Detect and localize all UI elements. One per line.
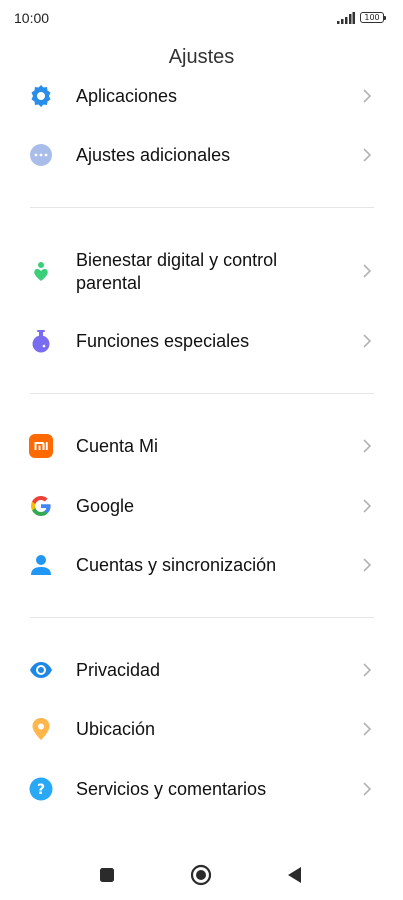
chevron-right-icon [363, 264, 372, 278]
chevron-right-icon [363, 334, 372, 348]
divider [30, 393, 374, 394]
circle-home-icon[interactable] [189, 863, 213, 887]
potion-icon [32, 330, 50, 353]
more-dots-icon [30, 144, 52, 166]
chevron-right-icon [363, 782, 372, 796]
item-label: Cuenta Mi [76, 436, 159, 456]
item-label: Funciones especiales [76, 331, 250, 351]
help-icon: ? [29, 777, 53, 801]
svg-text:?: ? [37, 782, 45, 798]
settings-item-cuentas-sincronizacion[interactable]: Cuentas y sincronización [0, 537, 403, 593]
google-g-icon [31, 496, 51, 516]
settings-item-ajustes-adicionales[interactable]: Ajustes adicionales [0, 127, 403, 183]
chevron-right-icon [363, 499, 372, 513]
wellbeing-icon [34, 262, 48, 281]
item-label: Ajustes adicionales [76, 145, 231, 165]
settings-item-cuenta-mi[interactable]: Cuenta Mi [0, 418, 403, 474]
chevron-right-icon [363, 148, 372, 162]
signal-icon [337, 12, 355, 24]
navigation-bar [0, 850, 403, 900]
settings-item-servicios-comentarios[interactable]: ? Servicios y comentarios [0, 761, 403, 817]
settings-item-privacidad[interactable]: Privacidad [0, 642, 403, 698]
battery-level: 100 [364, 13, 380, 22]
chevron-right-icon [363, 558, 372, 572]
settings-item-bienestar-digital[interactable]: Bienestar digital y control parental [0, 244, 403, 300]
item-label: Google [76, 496, 135, 516]
chevron-right-icon [363, 663, 372, 677]
eye-icon [30, 662, 52, 678]
settings-item-google[interactable]: Google [0, 478, 403, 534]
status-time: 10:00 [14, 10, 50, 26]
item-label: Aplicaciones [76, 86, 178, 106]
settings-item-funciones-especiales[interactable]: Funciones especiales [0, 313, 403, 369]
chevron-right-icon [363, 722, 372, 736]
item-label-line1: Bienestar digital y control [76, 250, 278, 270]
item-label: Cuentas y sincronización [76, 555, 277, 575]
chevron-right-icon [363, 89, 372, 103]
item-label: Privacidad [76, 660, 161, 680]
divider [30, 617, 374, 618]
item-label: Servicios y comentarios [76, 779, 267, 799]
settings-item-ubicacion[interactable]: Ubicación [0, 701, 403, 757]
item-label: Ubicación [76, 719, 156, 739]
square-icon[interactable] [95, 863, 119, 887]
page-title: Ajustes [168, 46, 235, 68]
status-bar: 10:00 100 [0, 0, 403, 36]
mi-logo-icon [29, 434, 53, 458]
gear-badge-icon [31, 85, 51, 107]
location-pin-icon [32, 718, 50, 740]
triangle-back-icon[interactable] [283, 863, 307, 887]
chevron-right-icon [363, 439, 372, 453]
settings-item-aplicaciones[interactable]: Aplicaciones [0, 68, 403, 124]
divider [30, 207, 374, 208]
person-icon [31, 555, 51, 575]
battery-icon: 100 [360, 12, 386, 23]
item-label-line2: parental [76, 273, 142, 293]
